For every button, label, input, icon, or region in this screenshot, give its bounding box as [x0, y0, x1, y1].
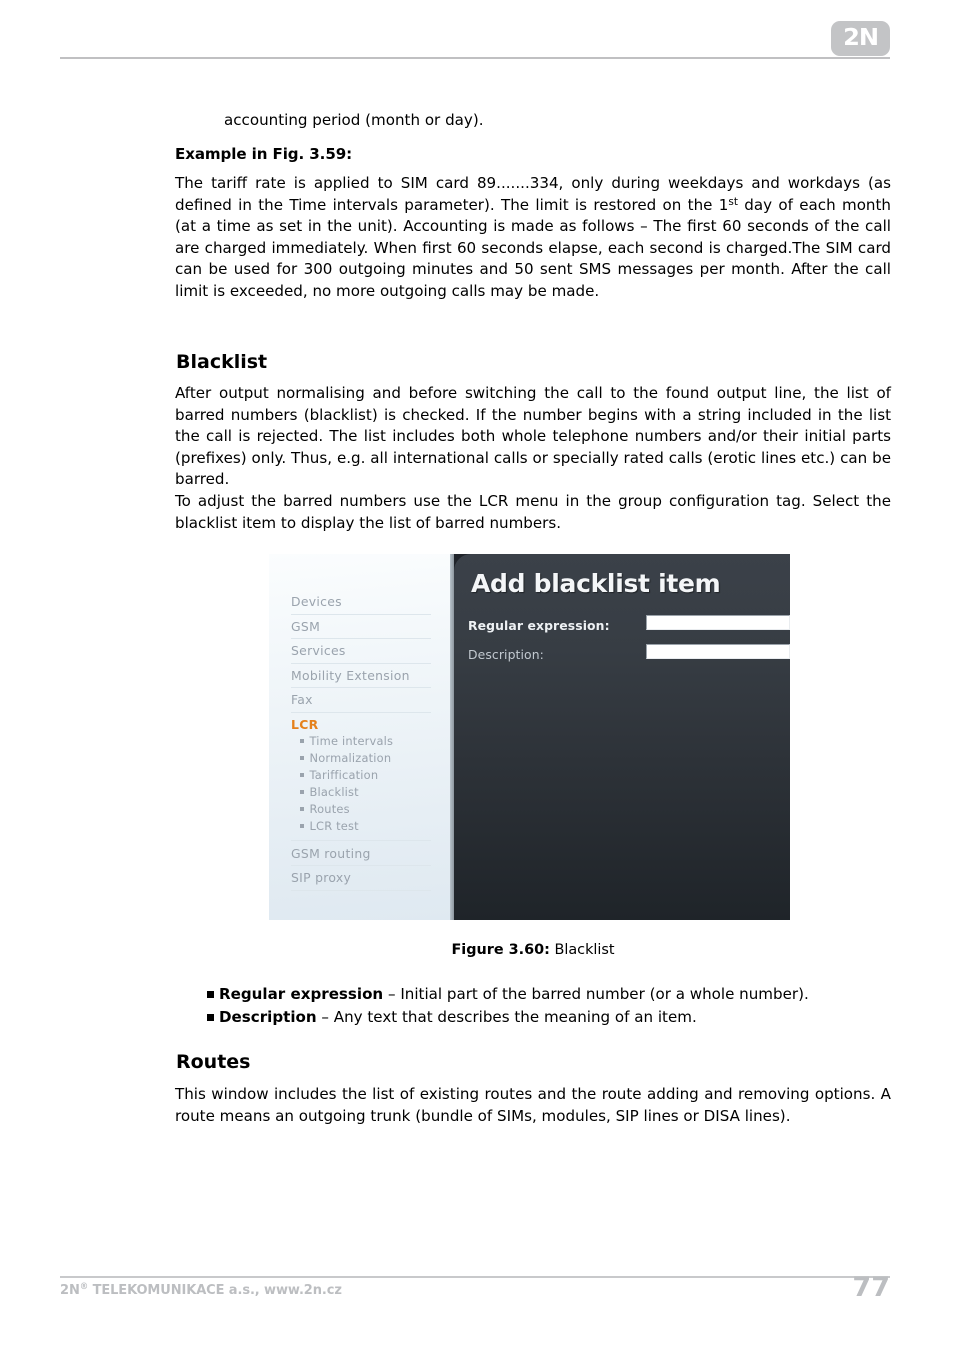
sidebar-subitem-normalization[interactable]: Normalization — [291, 750, 431, 767]
list-item-description: – Any text that describes the meaning of… — [316, 1007, 697, 1026]
sidebar-subitem-label: Blacklist — [309, 785, 359, 799]
bullet-square-icon — [207, 991, 214, 998]
bullet-square-icon — [300, 807, 304, 811]
figure-caption-label: Figure 3.60: — [451, 942, 550, 958]
sidebar-subitem-lcr-test[interactable]: LCR test — [291, 818, 431, 835]
bullet-square-icon — [207, 1013, 214, 1021]
sidebar-subitem-label: Normalization — [309, 751, 392, 765]
ordinal-suffix: st — [728, 195, 738, 208]
brand-logo-text: 2N — [843, 25, 879, 51]
list-item-term: Regular expression — [219, 985, 384, 1003]
blacklist-paragraph-2: To adjust the barred numbers use the LCR… — [175, 492, 891, 532]
regular-expression-label: Regular expression: — [468, 618, 610, 633]
sidebar-item-lcr[interactable]: LCR — [291, 713, 431, 733]
sidebar-subitem-label: Tariffication — [309, 768, 379, 782]
sidebar-subitem-label: Time intervals — [309, 734, 394, 748]
bullet-square-icon — [300, 756, 304, 760]
sidebar-subitem-label: Routes — [309, 802, 350, 816]
sidebar-subitem-tariffication[interactable]: Tariffication — [291, 767, 431, 784]
figure-caption-text: Blacklist — [549, 942, 615, 958]
routes-paragraph-1: This window includes the list of existin… — [175, 1085, 891, 1125]
form-row-description: Description: — [468, 644, 790, 666]
list-item-term: Description — [219, 1007, 317, 1026]
bullet-square-icon — [300, 739, 304, 743]
footer-divider — [60, 1276, 890, 1278]
sidebar-menu: Devices GSM Services Mobility Extension Fax L… — [291, 590, 431, 891]
continued-paragraph: accounting period (month or day). — [224, 111, 484, 129]
example-paragraph: The tariff rate is applied to SIM card 8… — [175, 174, 891, 300]
bullet-square-icon — [300, 773, 304, 777]
list-item: Regular expression – Initial part of the… — [175, 983, 891, 1006]
brand-logo-2n: 2N — [831, 21, 890, 56]
example-heading: Example in Fig. 3.59: — [175, 145, 353, 163]
description-input[interactable] — [646, 644, 790, 659]
list-item: Description – Any text that describes th… — [175, 1006, 891, 1029]
footer-company-text: 2N® TELEKOMUNIKACE a.s., www.2n.cz — [60, 1282, 342, 1298]
sidebar-item-fax[interactable]: Fax — [291, 688, 431, 713]
footer-company-rest: TELEKOMUNIKACE a.s., www.2n.cz — [88, 1283, 342, 1298]
blacklist-paragraph-1: After output normalising and before swit… — [175, 384, 891, 489]
sidebar-item-mobility-extension[interactable]: Mobility Extension — [291, 664, 431, 688]
sidebar-item-devices[interactable]: Devices — [291, 590, 431, 615]
form-row-regular-expression: Regular expression: — [468, 615, 790, 637]
page-header: 2N — [0, 0, 954, 70]
routes-section-heading: Routes — [176, 1051, 251, 1073]
sidebar-subitem-blacklist[interactable]: Blacklist — [291, 784, 431, 801]
registered-trademark-icon: ® — [79, 1282, 89, 1292]
bullet-square-icon — [300, 824, 304, 828]
sidebar-item-gsm-routing[interactable]: GSM routing — [291, 839, 431, 866]
header-divider — [60, 57, 890, 59]
bullet-square-icon — [300, 790, 304, 794]
panel-title: Add blacklist item — [471, 569, 721, 598]
page-number: 77 — [852, 1272, 890, 1303]
screenshot-main-panel: Add blacklist item Regular expression: D… — [454, 554, 790, 920]
regular-expression-input[interactable] — [646, 615, 790, 630]
sidebar-subitem-time-intervals[interactable]: Time intervals — [291, 733, 431, 750]
sidebar-subitem-label: LCR test — [309, 819, 359, 833]
screenshot-sidebar: Devices GSM Services Mobility Extension Fax L… — [269, 554, 450, 920]
parameter-bullet-list: Regular expression – Initial part of the… — [175, 983, 891, 1028]
sidebar-item-sip-proxy[interactable]: SIP proxy — [291, 866, 431, 891]
figure-caption: Figure 3.60: Blacklist — [175, 940, 891, 960]
footer-company-prefix: 2N — [60, 1283, 80, 1298]
blacklist-section-heading: Blacklist — [176, 351, 268, 373]
sidebar-item-gsm[interactable]: GSM — [291, 615, 431, 639]
sidebar-item-services[interactable]: Services — [291, 639, 431, 664]
description-label: Description: — [468, 647, 544, 662]
figure-blacklist-screenshot: Devices GSM Services Mobility Extension Fax L… — [269, 554, 790, 920]
list-item-description: – Initial part of the barred number (or … — [383, 985, 809, 1003]
sidebar-subitem-routes[interactable]: Routes — [291, 801, 431, 818]
